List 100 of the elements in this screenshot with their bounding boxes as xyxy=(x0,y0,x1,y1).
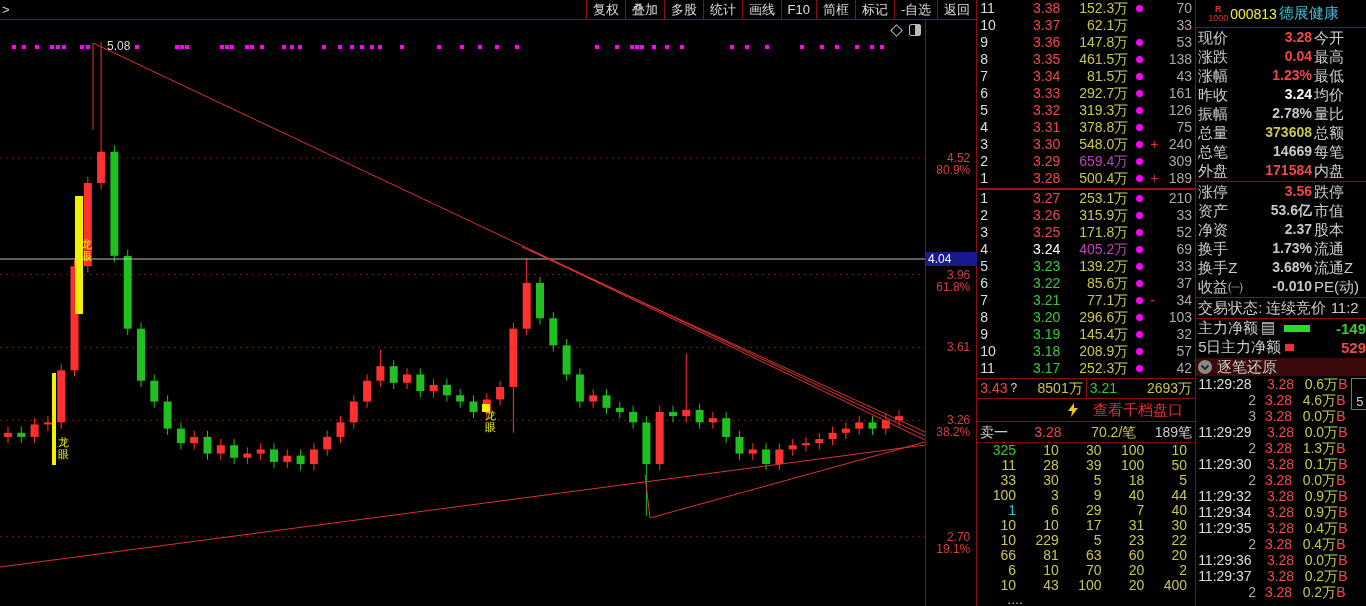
volume-cell-text: 208.9万 xyxy=(1078,343,1129,360)
list-icon[interactable] xyxy=(1262,322,1275,335)
field-label: 均价 xyxy=(1313,85,1345,104)
axis-price-label: 3.26 xyxy=(946,414,971,427)
queue-cell-text: 5 xyxy=(1092,473,1103,488)
order-count: 57 xyxy=(1175,343,1194,360)
field-value: 3.24 xyxy=(1283,85,1312,104)
field-value: 1.23% xyxy=(1271,66,1312,85)
order-count: 32 xyxy=(1175,326,1194,343)
level-number: 10 xyxy=(979,17,997,34)
price-cell-text: 3.22 xyxy=(1032,275,1061,292)
queue-cell-text: 17 xyxy=(1085,518,1103,533)
level-number: 5 xyxy=(979,258,990,275)
queue-cell-text: 7 xyxy=(1135,503,1146,518)
price-cell-text: 3.31 xyxy=(1032,119,1061,136)
candlestick xyxy=(30,417,39,444)
more-indicator: .... xyxy=(1006,593,1024,605)
queue-cell-text: 10 xyxy=(1042,443,1060,458)
panel-toggle-icon[interactable] xyxy=(909,24,921,36)
level-number: 1 xyxy=(979,170,990,187)
queue-cell-text: 60 xyxy=(1127,548,1146,563)
trade-side: B xyxy=(1336,472,1347,488)
queue-cell-text: 43 xyxy=(1042,578,1060,593)
candlestick xyxy=(496,380,505,407)
candlestick xyxy=(602,388,611,415)
axis-price-label: 4.52 xyxy=(946,152,971,164)
order-count: 37 xyxy=(1175,275,1194,292)
volume-cell-text: 659.4万 xyxy=(1078,153,1129,170)
depth-view-link[interactable]: 查看千档盘口 xyxy=(1093,400,1184,420)
candlestick xyxy=(389,359,398,390)
trade-status: 交易状态: 连续竞价 11:2 xyxy=(1196,298,1366,319)
trade-sequence: 2 xyxy=(1247,392,1257,408)
trade-time: 11:29:30 xyxy=(1197,456,1253,472)
candlestick xyxy=(270,442,278,469)
order-count: 33 xyxy=(1175,207,1194,224)
trade-time: 11:29:29 xyxy=(1197,424,1253,440)
price-cell-text: 3.34 xyxy=(1032,68,1061,85)
chevron-down-icon[interactable] xyxy=(1198,360,1213,374)
trade-side: B xyxy=(1338,504,1349,520)
candlestick xyxy=(669,405,677,423)
volume-cell-text: 292.7万 xyxy=(1078,85,1129,102)
candlestick xyxy=(855,415,864,436)
field-value: 0.04 xyxy=(1283,47,1312,66)
level-number: 8 xyxy=(979,51,990,68)
price-cell-text: 3.30 xyxy=(1032,136,1061,153)
trade-price: 3.28 xyxy=(1265,552,1295,568)
trade-side: B xyxy=(1338,456,1349,472)
trade-time: 11:29:36 xyxy=(1197,552,1253,568)
queue-cell-text: 9 xyxy=(1092,488,1103,503)
trade-price: 3.28 xyxy=(1263,440,1293,456)
candlestick xyxy=(695,403,704,430)
volume-cell-text: 85.6万 xyxy=(1086,275,1129,292)
axis-price-label: 3.61 xyxy=(946,341,971,354)
trade-price: 3.28 xyxy=(1265,520,1295,536)
field-value: 3.68% xyxy=(1271,258,1312,277)
order-count: 75 xyxy=(1175,119,1194,136)
signal-bar xyxy=(482,404,490,412)
trade-volume: 1.3万 xyxy=(1301,440,1337,456)
axis-price-label: 3.96 xyxy=(946,268,971,281)
level-number: 6 xyxy=(979,275,990,292)
trade-volume: 0.0万 xyxy=(1301,408,1337,424)
trade-volume: 0.4万 xyxy=(1301,536,1337,552)
queue-cell-text: 100 xyxy=(1120,443,1146,458)
volume-cell-text: 62.1万 xyxy=(1086,17,1129,34)
level-number: 10 xyxy=(979,343,997,360)
trade-price: 3.28 xyxy=(1263,392,1293,408)
trade-side: B xyxy=(1336,584,1347,600)
trade-side: B xyxy=(1338,568,1349,584)
field-value: 2.37 xyxy=(1283,220,1312,239)
candlestick xyxy=(203,430,212,461)
level-number: 7 xyxy=(979,68,990,85)
price-cell-text: 3.36 xyxy=(1032,34,1061,51)
field-label: 换手Z xyxy=(1197,258,1238,277)
queue-cell-text: 10 xyxy=(1170,443,1189,458)
trade-volume: 0.2万 xyxy=(1303,568,1339,584)
trade-price: 3.28 xyxy=(1265,424,1295,440)
price-cell-text: 3.26 xyxy=(1032,207,1061,224)
candlestick xyxy=(363,373,372,409)
volume-cell-text: 461.5万 xyxy=(1078,51,1129,68)
field-label: 市值 xyxy=(1313,201,1345,220)
help-mark: ? xyxy=(1010,380,1018,397)
field-value: 14669 xyxy=(1272,142,1312,161)
field-value: 2.78% xyxy=(1271,104,1312,123)
rating-badge-number: 1000 xyxy=(1208,13,1229,23)
order-count: 126 xyxy=(1167,102,1194,119)
field-value: -0.010 xyxy=(1271,277,1312,296)
trade-side: B xyxy=(1338,520,1349,536)
price-cell-text: 3.21 xyxy=(1032,292,1061,309)
trade-time: 11:29:32 xyxy=(1197,488,1253,504)
candlestick xyxy=(176,421,185,450)
field-label: 昨收 xyxy=(1197,85,1230,104)
price-cell-text: 3.20 xyxy=(1032,309,1061,326)
queue-cell-text: 66 xyxy=(999,548,1018,563)
candlestick xyxy=(456,388,465,409)
breadcrumb-link[interactable]: > xyxy=(0,0,10,19)
queue-cell-text: 3 xyxy=(1050,488,1060,503)
trade-sequence: 2 xyxy=(1247,584,1257,600)
queue-cell-text: 10 xyxy=(999,578,1018,593)
trade-sequence: 2 xyxy=(1247,472,1257,488)
field-label: 振幅 xyxy=(1197,104,1230,123)
